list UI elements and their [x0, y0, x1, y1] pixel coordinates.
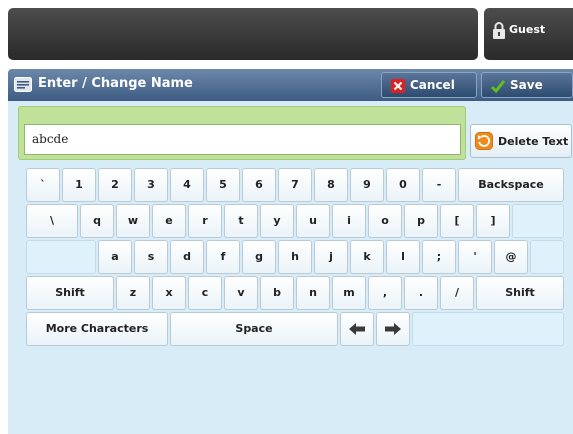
key[interactable]: l — [386, 240, 420, 274]
key[interactable]: m — [332, 276, 366, 310]
key[interactable]: e — [152, 204, 186, 238]
arrow-left-icon — [349, 323, 365, 335]
keyboard-row-2: \ q w e r t y u i o p [ ] — [26, 204, 566, 240]
title-bar: Enter / Change Name Cancel Save — [8, 69, 573, 101]
key[interactable]: z — [116, 276, 150, 310]
key[interactable]: h — [278, 240, 312, 274]
keyboard-row-5: More Characters Space — [26, 312, 566, 348]
input-panel: abcde Delete Text ` 1 2 3 4 5 6 7 8 9 0 … — [8, 101, 573, 434]
shift-left-key[interactable]: Shift — [26, 276, 114, 310]
undo-icon — [475, 132, 493, 150]
key[interactable]: i — [332, 204, 366, 238]
key[interactable]: 5 — [206, 168, 240, 202]
keyboard-row-3: a s d f g h j k l ; ' @ — [26, 240, 566, 276]
key[interactable]: r — [188, 204, 222, 238]
key[interactable]: x — [152, 276, 186, 310]
key[interactable]: 4 — [170, 168, 204, 202]
key[interactable]: t — [224, 204, 258, 238]
key[interactable]: 8 — [314, 168, 348, 202]
cursor-left-key[interactable] — [340, 312, 374, 346]
key[interactable]: k — [350, 240, 384, 274]
key[interactable]: ` — [26, 168, 60, 202]
key[interactable]: b — [260, 276, 294, 310]
key[interactable]: 9 — [350, 168, 384, 202]
key[interactable]: n — [296, 276, 330, 310]
backspace-key[interactable]: Backspace — [458, 168, 564, 202]
key[interactable]: y — [260, 204, 294, 238]
key[interactable]: w — [116, 204, 150, 238]
key[interactable]: a — [98, 240, 132, 274]
key[interactable]: ] — [476, 204, 510, 238]
key[interactable]: [ — [440, 204, 474, 238]
key[interactable]: v — [224, 276, 258, 310]
key[interactable]: @ — [494, 240, 528, 274]
key[interactable]: , — [368, 276, 402, 310]
key[interactable]: u — [296, 204, 330, 238]
key[interactable]: \ — [26, 204, 78, 238]
save-label: Save — [510, 78, 543, 92]
key[interactable]: c — [188, 276, 222, 310]
key[interactable]: 2 — [98, 168, 132, 202]
key[interactable]: 7 — [278, 168, 312, 202]
key[interactable]: f — [206, 240, 240, 274]
key[interactable]: j — [314, 240, 348, 274]
shift-right-key[interactable]: Shift — [476, 276, 564, 310]
checkmark-icon — [490, 80, 506, 94]
guest-label: Guest — [509, 23, 546, 36]
key[interactable]: p — [404, 204, 438, 238]
key[interactable]: 6 — [242, 168, 276, 202]
blank-key — [512, 204, 564, 238]
blank-key — [530, 240, 564, 274]
key[interactable]: 3 — [134, 168, 168, 202]
key[interactable]: q — [80, 204, 114, 238]
keyboard-icon — [14, 77, 32, 92]
guest-login-button[interactable]: Guest — [484, 8, 573, 60]
arrow-right-icon — [385, 323, 401, 335]
cancel-label: Cancel — [410, 78, 455, 92]
status-area — [8, 8, 478, 60]
name-input[interactable]: abcde — [24, 124, 461, 155]
key[interactable]: / — [440, 276, 474, 310]
blank-key — [26, 240, 96, 274]
space-key[interactable]: Space — [170, 312, 338, 346]
save-button[interactable]: Save — [481, 72, 573, 98]
name-field-frame: abcde — [18, 106, 466, 160]
delete-text-button[interactable]: Delete Text — [470, 124, 572, 158]
keyboard-row-4: Shift z x c v b n m , . / Shift — [26, 276, 566, 312]
more-characters-key[interactable]: More Characters — [26, 312, 168, 346]
key[interactable]: d — [170, 240, 204, 274]
blank-key — [412, 312, 564, 346]
cancel-button[interactable]: Cancel — [381, 72, 477, 98]
key[interactable]: ' — [458, 240, 492, 274]
keyboard: ` 1 2 3 4 5 6 7 8 9 0 - Backspace \ q w … — [26, 168, 566, 348]
delete-text-label: Delete Text — [498, 135, 569, 148]
key[interactable]: ; — [422, 240, 456, 274]
key[interactable]: . — [404, 276, 438, 310]
keyboard-row-1: ` 1 2 3 4 5 6 7 8 9 0 - Backspace — [26, 168, 566, 204]
cursor-right-key[interactable] — [376, 312, 410, 346]
page-title: Enter / Change Name — [38, 76, 193, 91]
key[interactable]: o — [368, 204, 402, 238]
key[interactable]: 0 — [386, 168, 420, 202]
cancel-x-icon — [391, 79, 405, 93]
key[interactable]: 1 — [62, 168, 96, 202]
key[interactable]: - — [422, 168, 456, 202]
key[interactable]: s — [134, 240, 168, 274]
lock-icon — [493, 22, 505, 39]
top-bar: Guest — [0, 0, 573, 66]
key[interactable]: g — [242, 240, 276, 274]
